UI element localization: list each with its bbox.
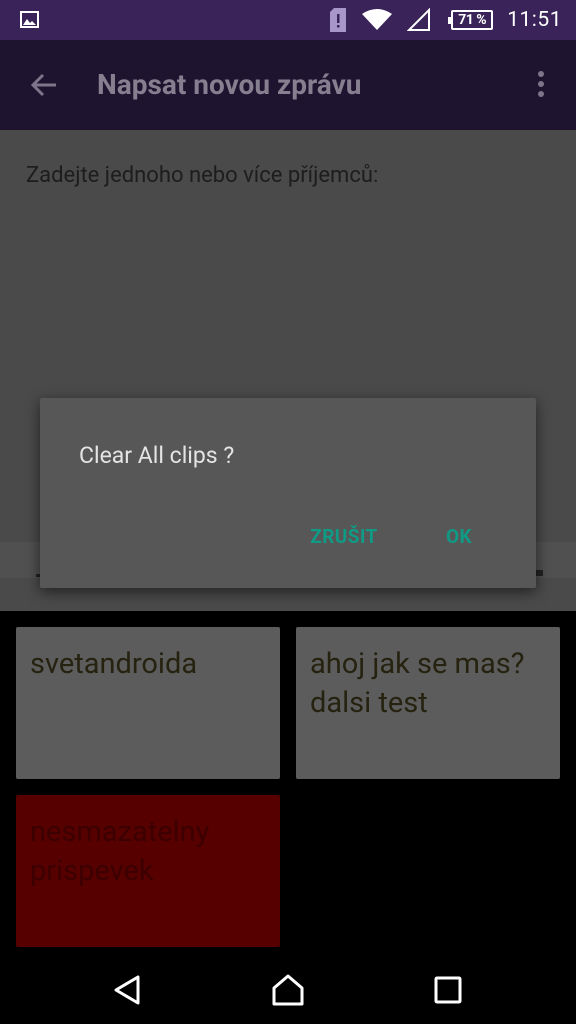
image-notification-icon	[20, 11, 39, 28]
signal-icon	[407, 8, 431, 32]
status-icons: 71 % 11:51	[315, 0, 562, 40]
dialog-message: Clear All clips ?	[79, 442, 235, 469]
clip-grid: svetandroida ahoj jak se mas?dalsi test …	[0, 611, 576, 956]
navigation-bar	[0, 956, 576, 1024]
app-bar: Napsat novou zprávu	[0, 40, 576, 130]
battery-icon: 71 %	[448, 10, 494, 30]
status-bar: 71 % 11:51	[0, 0, 576, 40]
back-arrow-icon[interactable]	[30, 71, 58, 99]
clear-clips-dialog: Clear All clips ? ZRUŠIT OK	[40, 398, 536, 588]
status-clock: 11:51	[507, 8, 562, 32]
screen: 71 % 11:51 Napsat novou zprávu Zadejte j…	[0, 0, 576, 1024]
overflow-menu-icon[interactable]	[530, 70, 552, 100]
sim-alert-icon	[329, 7, 347, 33]
nav-home-icon[interactable]	[270, 972, 306, 1008]
pinned-clip-tile[interactable]: nesmazatelny prispevek	[16, 795, 280, 947]
wifi-icon	[361, 8, 393, 32]
cancel-button[interactable]: ZRUŠIT	[294, 514, 394, 558]
strip-mark-right	[536, 570, 543, 576]
clip-tile[interactable]: svetandroida	[16, 627, 280, 779]
nav-back-icon[interactable]	[110, 972, 146, 1008]
clip-tile[interactable]: ahoj jak se mas?dalsi test	[296, 627, 560, 779]
page-title: Napsat novou zprávu	[97, 68, 362, 101]
ok-button[interactable]: OK	[424, 514, 494, 558]
recipients-label: Zadejte jednoho nebo více příjemců:	[26, 163, 379, 188]
nav-recents-icon[interactable]	[430, 972, 466, 1008]
battery-level: 71 %	[458, 12, 487, 28]
